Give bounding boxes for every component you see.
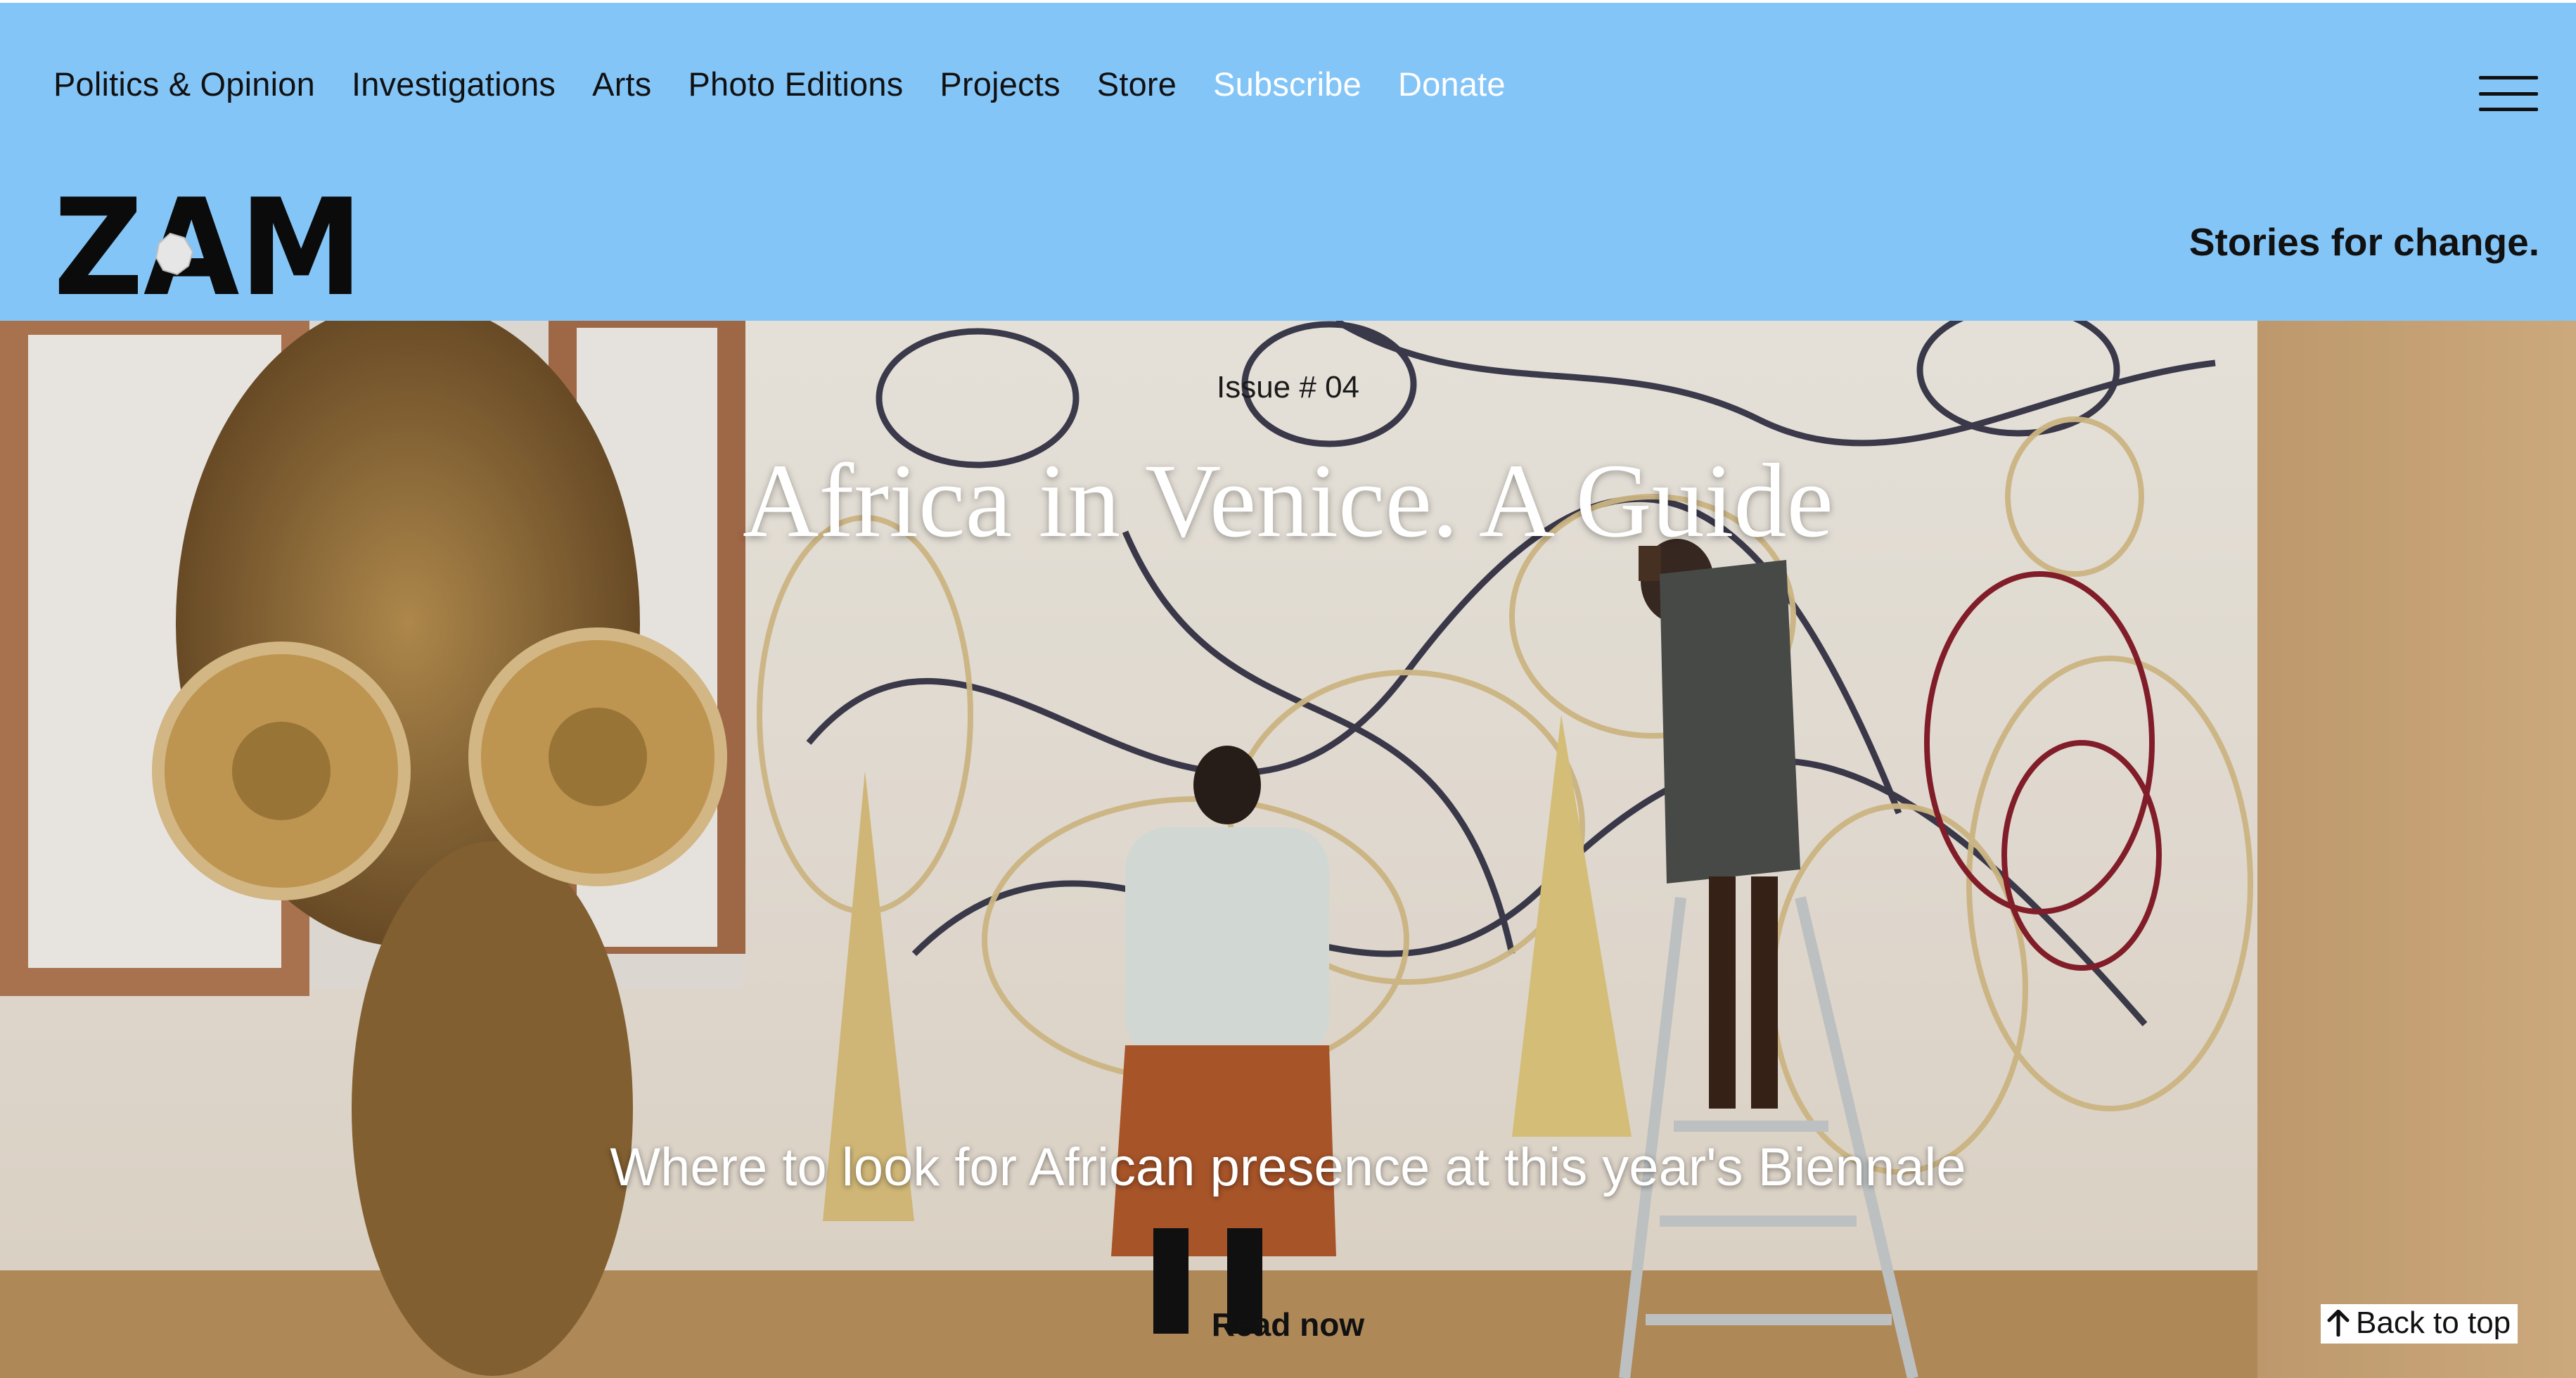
hero-banner: Issue # 04 Africa in Venice. A Guide Whe… xyxy=(0,321,2576,1378)
nav-item-photo-editions[interactable]: Photo Editions xyxy=(688,65,904,103)
hero-title[interactable]: Africa in Venice. A Guide xyxy=(0,440,2576,561)
menu-line xyxy=(2479,108,2538,111)
read-now-link[interactable]: Read now xyxy=(0,1306,2576,1344)
nav-item-politics-opinion[interactable]: Politics & Opinion xyxy=(53,65,315,103)
nav-item-donate[interactable]: Donate xyxy=(1398,65,1506,103)
nav-item-subscribe[interactable]: Subscribe xyxy=(1213,65,1361,103)
back-to-top-button[interactable]: Back to top xyxy=(2321,1304,2518,1344)
menu-line xyxy=(2479,76,2538,79)
arrow-up-icon xyxy=(2327,1310,2350,1336)
nav-item-investigations[interactable]: Investigations xyxy=(352,65,556,103)
logo-wordmark: ZAM xyxy=(53,187,363,300)
hero-subtitle: Where to look for African presence at th… xyxy=(610,1137,1966,1197)
main-nav: Politics & Opinion Investigations Arts P… xyxy=(53,65,1506,103)
zam-logo[interactable]: ZAM xyxy=(53,187,363,300)
nav-item-arts[interactable]: Arts xyxy=(592,65,651,103)
tagline: Stories for change. xyxy=(2189,220,2539,264)
menu-line xyxy=(2479,91,2538,96)
nav-item-projects[interactable]: Projects xyxy=(940,65,1060,103)
issue-number: Issue # 04 xyxy=(1216,370,1360,404)
nav-item-store[interactable]: Store xyxy=(1097,65,1177,103)
back-to-top-label: Back to top xyxy=(2356,1306,2511,1340)
hamburger-menu-icon[interactable] xyxy=(2479,76,2538,111)
site-header: Politics & Opinion Investigations Arts P… xyxy=(0,0,2576,321)
